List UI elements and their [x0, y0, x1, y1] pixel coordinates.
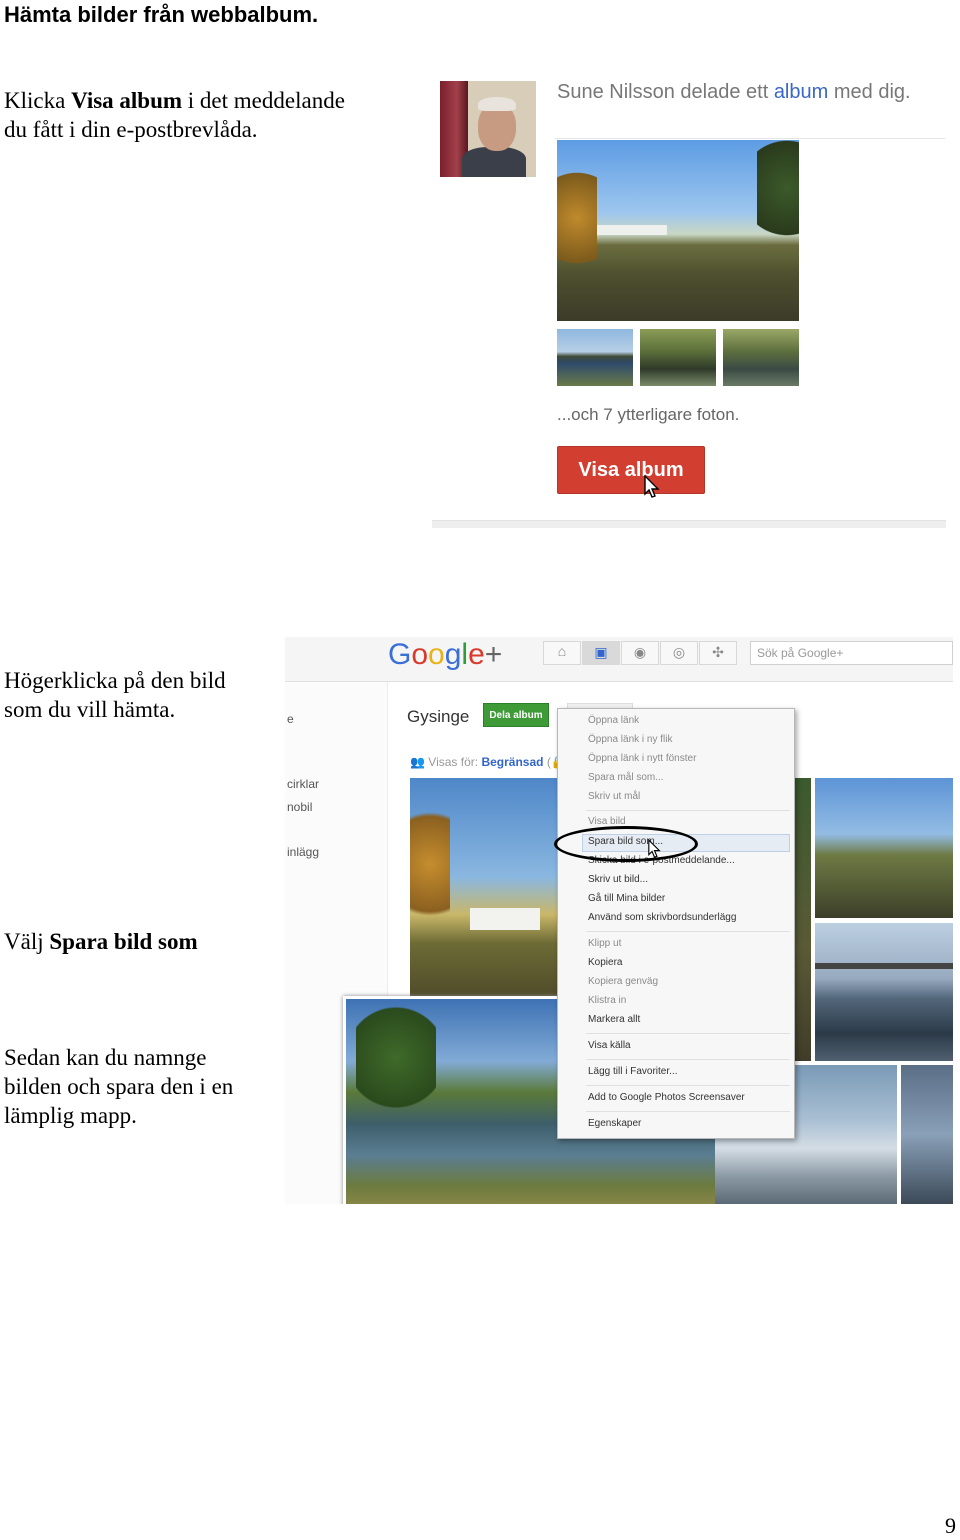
mouse-cursor-icon [648, 839, 661, 858]
step1-text-post: i det meddelande [182, 88, 345, 113]
menu-separator [586, 1111, 790, 1112]
menu-separator [586, 1085, 790, 1086]
menu-item-copy[interactable]: Kopiera [588, 957, 622, 968]
nav-icons: ⌂ ▣ ◉ ◎ ✣ [543, 641, 738, 665]
visibility-info: 👥 Visas för: Begränsad (🔒 [410, 755, 566, 769]
step4-line1: Sedan kan du namnge [4, 1045, 207, 1070]
sidebar-item[interactable]: e [287, 712, 294, 726]
more-photos-text: ...och 7 ytterligare foton. [557, 405, 740, 424]
highlight-ellipse [554, 826, 698, 862]
divider [555, 138, 945, 139]
menu-separator [586, 1033, 790, 1034]
sidebar-item[interactable]: inlägg [287, 845, 319, 859]
home-icon[interactable]: ⌂ [543, 641, 581, 665]
menu-item-copy-shortcut[interactable]: Kopiera genväg [588, 976, 658, 987]
menu-item-open-link-new-window[interactable]: Öppna länk i nytt fönster [588, 753, 696, 764]
menu-item-add-screensaver[interactable]: Add to Google Photos Screensaver [588, 1092, 745, 1103]
step1-line2: du fått i din e-postbrevlåda. [4, 117, 258, 142]
email-screenshot: Sune Nilsson delade ett album med dig. .… [430, 75, 950, 535]
album-photo[interactable] [793, 778, 811, 1061]
context-menu: Öppna länk Öppna länk i ny flik Öppna lä… [557, 708, 795, 1139]
album-photo[interactable] [815, 778, 953, 918]
step3-bold: Spara bild som [49, 929, 198, 954]
share-text-pre: Sune Nilsson delade ett [557, 81, 774, 103]
step1-text: Klicka [4, 88, 72, 113]
menu-item-print-target[interactable]: Skriv ut mål [588, 791, 640, 802]
album-thumbnail[interactable] [640, 329, 716, 386]
album-title: Gysinge [407, 707, 470, 726]
menu-item-save-target[interactable]: Spara mål som... [588, 772, 664, 783]
menu-item-print-image[interactable]: Skriv ut bild... [588, 874, 648, 885]
step3-text: Välj [4, 929, 50, 954]
divider [432, 520, 946, 528]
google-plus-logo[interactable]: Google+ [388, 637, 502, 673]
gplus-screenshot: Google+ ⌂ ▣ ◉ ◎ ✣ Sök på Google+ e cirkl… [285, 637, 953, 1204]
instruction-step3: Välj Spara bild som [4, 927, 198, 956]
menu-separator [586, 931, 790, 932]
mouse-cursor-icon [644, 475, 660, 498]
menu-item-cut[interactable]: Klipp ut [588, 938, 621, 949]
page-number: 9 [945, 1513, 956, 1538]
instruction-step4: Sedan kan du namnge bilden och spara den… [4, 1043, 233, 1130]
menu-item-properties[interactable]: Egenskaper [588, 1118, 641, 1129]
sidebar-item[interactable]: cirklar [287, 777, 319, 791]
album-photo[interactable] [901, 1065, 953, 1204]
circles-icon[interactable]: ◎ [660, 641, 698, 665]
instruction-step1: Klicka Visa album i det meddelande du få… [4, 86, 345, 144]
share-album-button[interactable]: Dela album [483, 703, 549, 727]
album-cover-photo[interactable] [557, 140, 799, 321]
menu-item-paste[interactable]: Klistra in [588, 995, 626, 1006]
instruction-step2: Högerklicka på den bild som du vill hämt… [4, 666, 226, 724]
step2-line1: Högerklicka på den bild [4, 668, 226, 693]
album-thumbnail[interactable] [723, 329, 799, 386]
step2-line2: som du vill hämta. [4, 697, 176, 722]
step4-line3: lämplig mapp. [4, 1103, 137, 1128]
photos-icon[interactable]: ▣ [582, 641, 620, 665]
album-link[interactable]: album [774, 81, 828, 103]
top-bar: Google+ ⌂ ▣ ◉ ◎ ✣ Sök på Google+ [285, 637, 953, 682]
menu-item-select-all[interactable]: Markera allt [588, 1014, 640, 1025]
album-photo[interactable] [410, 778, 570, 998]
visibility-value[interactable]: Begränsad [481, 755, 543, 769]
menu-separator [586, 1059, 790, 1060]
profile-icon[interactable]: ◉ [621, 641, 659, 665]
page-title: Hämta bilder från webbalbum. [4, 2, 319, 27]
menu-item-add-favorites[interactable]: Lägg till i Favoriter... [588, 1066, 677, 1077]
people-icon: 👥 [410, 755, 425, 769]
search-input[interactable]: Sök på Google+ [750, 641, 953, 665]
step1-bold: Visa album [71, 88, 183, 113]
menu-item-set-wallpaper[interactable]: Använd som skrivbordsunderlägg [588, 912, 736, 923]
visibility-label: Visas för: [428, 755, 482, 769]
album-photo[interactable] [815, 923, 953, 1061]
menu-separator [586, 810, 790, 811]
sidebar-item[interactable]: nobil [287, 800, 312, 814]
share-message: Sune Nilsson delade ett album med dig. [557, 81, 911, 104]
share-text-post: med dig. [828, 81, 911, 103]
menu-item-view-source[interactable]: Visa källa [588, 1040, 631, 1051]
avatar [440, 81, 536, 177]
visa-album-button[interactable]: Visa album [557, 446, 705, 494]
games-icon[interactable]: ✣ [699, 641, 737, 665]
album-thumbnail[interactable] [557, 329, 633, 386]
menu-item-open-link[interactable]: Öppna länk [588, 715, 639, 726]
menu-item-open-link-new-tab[interactable]: Öppna länk i ny flik [588, 734, 673, 745]
menu-item-my-pictures[interactable]: Gå till Mina bilder [588, 893, 665, 904]
step4-line2: bilden och spara den i en [4, 1074, 234, 1099]
